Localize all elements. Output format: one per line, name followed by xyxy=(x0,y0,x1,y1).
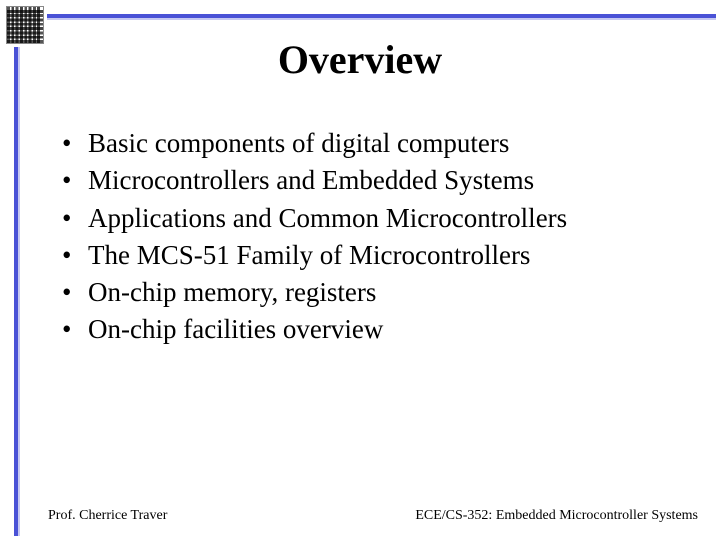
footer-course: ECE/CS-352: Embedded Microcontroller Sys… xyxy=(415,508,698,524)
list-item: Basic components of digital computers xyxy=(62,125,690,162)
decorative-left-bar xyxy=(14,47,18,536)
decorative-top-bar xyxy=(47,14,716,18)
list-item: The MCS-51 Family of Microcontrollers xyxy=(62,237,690,274)
bullet-list: Basic components of digital computers Mi… xyxy=(62,125,690,349)
list-item: On-chip memory, registers xyxy=(62,274,690,311)
footer-author: Prof. Cherrice Traver xyxy=(48,508,167,524)
slide-title: Overview xyxy=(0,36,720,83)
list-item: On-chip facilities overview xyxy=(62,311,690,348)
list-item: Microcontrollers and Embedded Systems xyxy=(62,162,690,199)
list-item: Applications and Common Microcontrollers xyxy=(62,200,690,237)
